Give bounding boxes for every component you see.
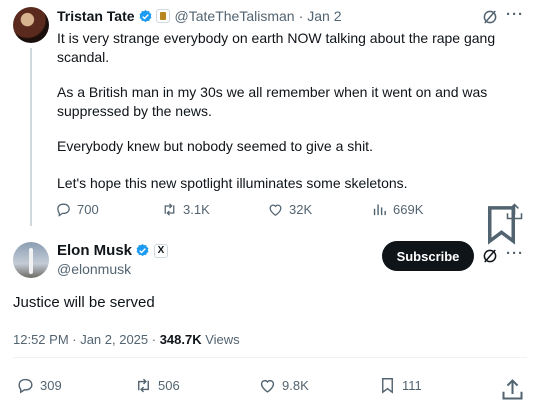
quoted-tweet-header: Tristan Tate @TateTheTalisman · Jan 2 xyxy=(57,8,342,24)
x-affiliation-icon[interactable]: X xyxy=(154,243,169,258)
author-handle[interactable]: @elonmusk xyxy=(57,261,131,277)
share-icon[interactable] xyxy=(499,376,526,403)
like-icon xyxy=(260,379,275,393)
like-button[interactable]: 9.8K xyxy=(258,376,309,395)
tweet-paragraph: Let's hope this new spotlight illuminate… xyxy=(57,175,408,191)
like-count: 32K xyxy=(289,202,313,217)
tweet-timestamp[interactable]: 12:52 PM · Jan 2, 2025 · 348.7K Views xyxy=(13,332,240,347)
bookmark-button[interactable]: 111 xyxy=(378,376,422,395)
thread-connector-line xyxy=(30,48,32,226)
repost-count: 3.1K xyxy=(183,202,210,217)
tweet-paragraph: Everybody knew but nobody seemed to give… xyxy=(57,138,373,154)
more-icon[interactable]: ··· xyxy=(506,6,524,23)
author-handle[interactable]: @TateTheTalisman xyxy=(175,8,295,24)
repost-button[interactable]: 506 xyxy=(134,376,180,395)
like-count: 9.8K xyxy=(282,378,309,393)
views-icon xyxy=(373,204,386,216)
verified-badge-icon xyxy=(139,9,151,22)
grok-icon[interactable] xyxy=(481,8,499,26)
elon-musk-avatar[interactable] xyxy=(13,242,49,278)
main-tweet-actions: 309 506 9.8K 111 xyxy=(16,376,526,400)
bookmark-icon xyxy=(382,378,393,394)
separator-dot: · xyxy=(298,8,304,24)
views-count: 348.7K xyxy=(159,332,202,347)
views-button[interactable]: 669K xyxy=(371,201,423,218)
views-label: Views xyxy=(201,332,240,347)
verified-badge-icon xyxy=(136,243,149,257)
repost-button[interactable]: 3.1K xyxy=(161,201,210,218)
reply-button[interactable]: 700 xyxy=(55,201,99,218)
reply-button[interactable]: 309 xyxy=(16,376,62,395)
grok-icon[interactable] xyxy=(481,247,499,265)
repost-icon xyxy=(164,203,175,216)
main-tweet-text: Justice will be served xyxy=(13,294,155,311)
repost-count: 506 xyxy=(158,378,180,393)
tweet-paragraph: As a British man in my 30s we all rememb… xyxy=(57,84,488,119)
main-tweet: Elon Musk X @elonmusk Subscribe ··· Just… xyxy=(0,232,539,408)
reply-count: 700 xyxy=(77,202,99,217)
affiliation-badge-icon[interactable] xyxy=(155,9,170,23)
quoted-tweet[interactable]: Tristan Tate @TateTheTalisman · Jan 2 ··… xyxy=(0,0,539,245)
quoted-tweet-actions: 700 3.1K 32K 669K xyxy=(55,201,525,245)
bookmark-count: 111 xyxy=(402,378,422,393)
more-icon[interactable]: ··· xyxy=(506,245,524,262)
reply-icon xyxy=(18,378,33,394)
author-name[interactable]: Tristan Tate xyxy=(57,8,135,24)
tristan-tate-avatar[interactable] xyxy=(13,7,49,43)
author-name[interactable]: Elon Musk xyxy=(57,242,132,259)
like-button[interactable]: 32K xyxy=(267,201,312,218)
views-count: 669K xyxy=(393,202,424,217)
divider xyxy=(13,357,527,358)
reply-count: 309 xyxy=(40,378,62,393)
repost-icon xyxy=(138,378,149,393)
tweet-paragraph: It is very strange everybody on earth NO… xyxy=(57,30,496,65)
reply-icon xyxy=(57,203,70,217)
tweet-date[interactable]: Jan 2 xyxy=(307,8,341,24)
share-icon[interactable] xyxy=(504,201,525,222)
like-icon xyxy=(269,204,282,216)
main-tweet-author[interactable]: Elon Musk X xyxy=(57,242,169,259)
timestamp-text: 12:52 PM · Jan 2, 2025 · xyxy=(13,332,160,347)
subscribe-button[interactable]: Subscribe xyxy=(382,241,474,271)
